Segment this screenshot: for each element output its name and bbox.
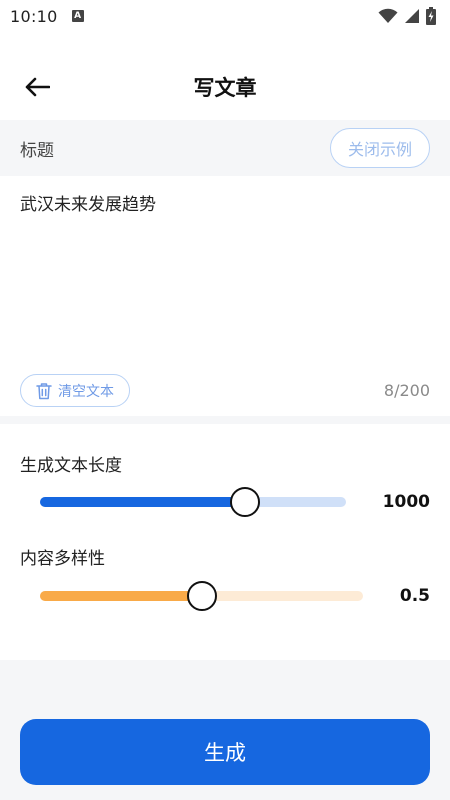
a-letter-icon: A bbox=[71, 10, 84, 22]
battery-icon bbox=[426, 7, 436, 25]
diversity-slider-value: 0.5 bbox=[399, 586, 430, 606]
text-editor: 清空文本 8/200 bbox=[0, 176, 450, 416]
diversity-slider-fill bbox=[40, 591, 202, 601]
char-count: 8/200 bbox=[383, 381, 430, 400]
generate-button[interactable]: 生成 bbox=[20, 719, 430, 785]
diversity-slider-label: 内容多样性 bbox=[20, 549, 105, 569]
close-example-button[interactable]: 关闭示例 bbox=[330, 128, 430, 168]
back-button[interactable] bbox=[22, 74, 52, 100]
wifi-icon bbox=[378, 8, 398, 23]
diversity-slider-thumb[interactable] bbox=[186, 581, 217, 611]
app-header: 写文章 bbox=[0, 62, 450, 112]
status-icons bbox=[378, 7, 436, 25]
article-text-input[interactable] bbox=[20, 192, 430, 352]
trash-icon bbox=[36, 382, 52, 399]
status-time: 10:10 bbox=[10, 6, 58, 26]
title-row: 标题 关闭示例 bbox=[0, 120, 450, 176]
page-title: 写文章 bbox=[193, 76, 257, 100]
section-divider bbox=[0, 416, 450, 424]
signal-icon bbox=[405, 9, 419, 23]
length-slider-value: 1000 bbox=[382, 492, 430, 512]
length-slider-fill bbox=[40, 497, 246, 507]
bottom-bar: 生成 bbox=[0, 660, 450, 800]
clear-text-label: 清空文本 bbox=[58, 383, 114, 400]
title-label: 标题 bbox=[20, 140, 54, 161]
status-bar: 10:10 A bbox=[0, 0, 450, 32]
settings-section: 生成文本长度 1000 内容多样性 0.5 bbox=[0, 424, 450, 660]
clear-text-button[interactable]: 清空文本 bbox=[20, 374, 130, 407]
length-slider-label: 生成文本长度 bbox=[20, 456, 122, 476]
length-slider-thumb[interactable] bbox=[230, 487, 261, 517]
length-slider[interactable] bbox=[40, 497, 346, 507]
arrow-left-icon bbox=[25, 77, 50, 97]
